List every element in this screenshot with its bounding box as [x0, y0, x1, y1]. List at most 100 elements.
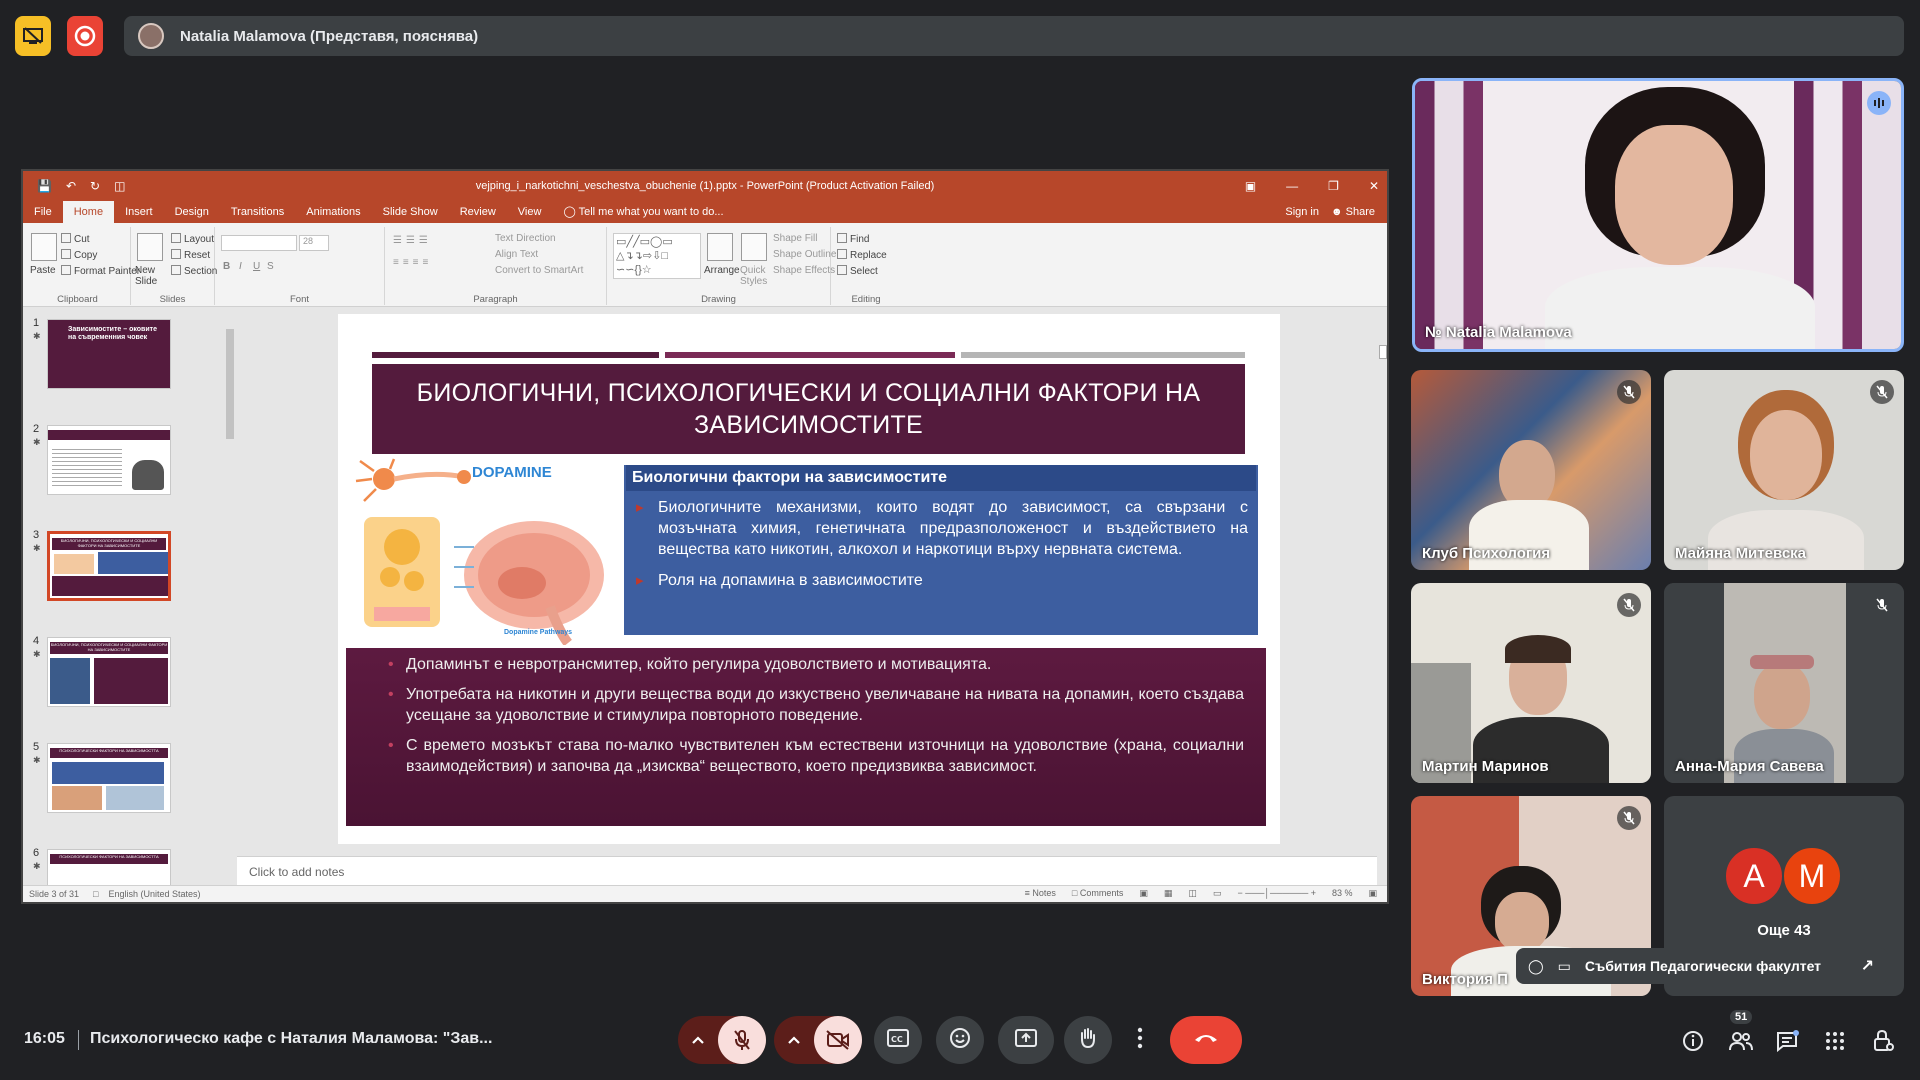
tab-view[interactable]: View — [507, 201, 553, 223]
align-text-button[interactable]: Align Text — [495, 249, 538, 260]
mic-off-icon[interactable] — [718, 1016, 766, 1064]
tab-home[interactable]: Home — [62, 201, 115, 223]
self-view-bar[interactable]: ◯ ▭ Събития Педагогически факултет ↗ — [1516, 948, 1888, 984]
info-icon[interactable] — [1678, 1026, 1708, 1056]
arrange-icon[interactable] — [707, 233, 733, 261]
reset-button[interactable]: Reset — [171, 249, 210, 261]
close-icon[interactable]: ✕ — [1369, 179, 1379, 193]
shape-fill-button[interactable]: Shape Fill — [773, 233, 817, 244]
more-options-button[interactable] — [1120, 1016, 1160, 1064]
slide-thumb-1[interactable]: Зависимостите – оковите на съвременния ч… — [47, 319, 171, 389]
status-language[interactable]: English (United States) — [108, 889, 200, 899]
tab-animations[interactable]: Animations — [295, 201, 371, 223]
smile-icon — [949, 1027, 971, 1054]
participant-tile[interactable]: Майяна Митевска — [1664, 370, 1904, 570]
captions-button[interactable]: CC — [874, 1016, 922, 1064]
tab-review[interactable]: Review — [449, 201, 507, 223]
tab-file[interactable]: File — [23, 201, 63, 223]
font-name-box[interactable] — [221, 235, 297, 251]
shapes-gallery[interactable]: ▭╱╱▭◯▭ △↴↴⇨⇩□ ∽∽{}☆ — [613, 233, 701, 279]
comments-toggle[interactable]: □ Comments — [1072, 888, 1123, 899]
fit-slide-icon[interactable]: ▣ — [1368, 888, 1377, 899]
slide-thumb-4[interactable]: БИОЛОГИЧНИ, ПСИХОЛОГИЧЕСКИ И СОЦИАЛНИ ФА… — [47, 637, 171, 707]
zoom-slider[interactable]: − ───│────── + — [1237, 888, 1316, 899]
shape-effects-button[interactable]: Shape Effects — [773, 265, 835, 276]
convert-smartart-button[interactable]: Convert to SmartArt — [495, 265, 583, 276]
list-buttons[interactable]: ☰☰☰ — [393, 235, 432, 246]
sorter-view-icon[interactable]: ▦ — [1164, 888, 1173, 899]
underline-button[interactable]: U — [253, 261, 260, 272]
font-size-box[interactable]: 28 — [299, 235, 329, 251]
emoji-button[interactable] — [936, 1016, 984, 1064]
participant-tile[interactable]: Мартин Маринов — [1411, 583, 1651, 783]
reading-view-icon[interactable]: ◫ — [1188, 888, 1197, 899]
chevron-up-icon[interactable] — [678, 1035, 718, 1045]
italic-button[interactable]: I — [239, 261, 242, 272]
tab-slide-show[interactable]: Slide Show — [372, 201, 449, 223]
slide-thumb-5[interactable]: ПСИХОЛОГИЧЕСКИ ФАКТОРИ НА ЗАВИСИМОСТТА — [47, 743, 171, 813]
mic-control[interactable] — [678, 1016, 766, 1064]
expand-icon[interactable]: ↗ — [1861, 956, 1874, 976]
host-controls-icon[interactable] — [1868, 1026, 1898, 1056]
recording-icon[interactable] — [67, 16, 103, 56]
ribbon-display-icon[interactable]: ▣ — [1245, 179, 1256, 193]
camera-off-icon[interactable] — [814, 1016, 862, 1064]
thumbs-scrollbar[interactable] — [223, 307, 237, 889]
notes-toggle[interactable]: ≡ Notes — [1025, 888, 1056, 899]
tab-transitions[interactable]: Transitions — [220, 201, 295, 223]
sign-in-link[interactable]: Sign in — [1285, 201, 1319, 223]
minimize-icon[interactable]: — — [1286, 179, 1298, 193]
slideshow-view-icon[interactable]: ▭ — [1213, 888, 1222, 899]
slide-scrollbar[interactable] — [1377, 307, 1387, 889]
copy-button[interactable]: Copy — [61, 249, 97, 261]
people-icon[interactable]: 51 — [1726, 1010, 1756, 1056]
quick-styles-button[interactable]: Quick Styles — [740, 265, 767, 287]
participant-tile[interactable]: Анна-Мария Савева — [1664, 583, 1904, 783]
paste-button[interactable]: Paste — [30, 265, 56, 276]
present-button[interactable] — [998, 1016, 1054, 1064]
quick-styles-icon[interactable] — [741, 233, 767, 261]
replace-button[interactable]: Replace — [837, 249, 887, 261]
tab-insert[interactable]: Insert — [114, 201, 164, 223]
share-button[interactable]: ☻ Share — [1331, 201, 1375, 223]
slide-thumb-2[interactable] — [47, 425, 171, 495]
format-painter-button[interactable]: Format Painter — [61, 265, 140, 277]
chevron-up-icon[interactable] — [774, 1035, 814, 1045]
activities-icon[interactable] — [1820, 1026, 1850, 1056]
layout-button[interactable]: Layout — [171, 233, 214, 245]
brush-icon — [61, 265, 71, 275]
section-button[interactable]: Section — [171, 265, 217, 277]
select-button[interactable]: Select — [837, 265, 878, 277]
participant-tile-main[interactable]: № Natalia Malamova — [1412, 78, 1904, 352]
spellcheck-icon[interactable]: □ — [93, 889, 98, 899]
participant-tile[interactable]: Клуб Психология — [1411, 370, 1651, 570]
raise-hand-button[interactable] — [1064, 1016, 1112, 1064]
presentation-off-icon[interactable] — [15, 16, 51, 56]
maximize-icon[interactable]: ❐ — [1328, 179, 1339, 193]
bold-button[interactable]: B — [223, 261, 230, 272]
arrange-button[interactable]: Arrange — [704, 265, 740, 276]
normal-view-icon[interactable]: ▣ — [1139, 888, 1148, 899]
leave-call-button[interactable] — [1170, 1016, 1242, 1064]
shape-outline-button[interactable]: Shape Outline — [773, 249, 836, 260]
camera-control[interactable] — [774, 1016, 862, 1064]
text-direction-button[interactable]: Text Direction — [495, 233, 556, 244]
presenter-avatar — [138, 23, 164, 49]
notes-pane[interactable]: Click to add notes — [237, 856, 1377, 888]
slide-thumb-3[interactable]: БИОЛОГИЧНИ, ПСИХОЛОГИЧЕСКИ И СОЦИАЛНИ ФА… — [47, 531, 171, 601]
thumbs-scrollbar-thumb[interactable] — [226, 329, 234, 439]
find-button[interactable]: Find — [837, 233, 869, 245]
slide-scrollbar-thumb[interactable] — [1379, 345, 1387, 359]
tell-me-box[interactable]: ◯ Tell me what you want to do... — [552, 201, 734, 223]
chat-icon[interactable] — [1772, 1026, 1802, 1056]
new-slide-button[interactable]: New Slide — [135, 265, 169, 287]
paste-icon[interactable] — [31, 233, 57, 261]
cut-button[interactable]: Cut — [61, 233, 90, 245]
align-buttons[interactable]: ≡≡≡≡ — [393, 257, 432, 268]
shadow-button[interactable]: S — [267, 261, 274, 272]
new-slide-icon[interactable] — [137, 233, 163, 261]
tab-design[interactable]: Design — [164, 201, 220, 223]
zoom-level[interactable]: 83 % — [1332, 888, 1353, 899]
clipboard-group: Paste Cut Copy Format Painter Clipboard — [25, 227, 140, 305]
slide-thumb-6[interactable]: ПСИХОЛОГИЧЕСКИ ФАКТОРИ НА ЗАВИСИМОСТТА — [47, 849, 171, 889]
